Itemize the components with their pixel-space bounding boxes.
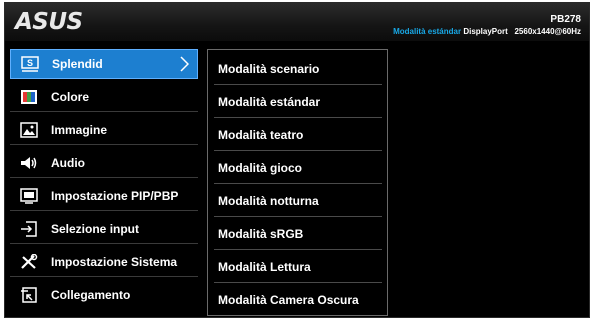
speaker-icon (20, 154, 38, 172)
menu-item-label: Selezione input (51, 221, 140, 236)
color-icon (20, 88, 38, 106)
svg-text:S: S (27, 58, 33, 68)
menu-item-label: Splendid (52, 57, 103, 71)
osd-header: ASUS PB278 Modalità estándar DisplayPort… (5, 3, 589, 41)
submenu-item-standard[interactable]: Modalità estándar (214, 86, 382, 118)
menu-item-splendid[interactable]: S Splendid (10, 49, 198, 79)
menu-item-label: Immagine (51, 122, 108, 137)
status-line: Modalità estándar DisplayPort 2560x1440@… (393, 27, 581, 36)
splendid-submenu: Modalità scenario Modalità estándar Moda… (207, 49, 388, 316)
submenu-item-gioco[interactable]: Modalità gioco (214, 152, 382, 184)
submenu-item-camera-oscura[interactable]: Modalità Camera Oscura (214, 284, 382, 316)
submenu-item-teatro[interactable]: Modalità teatro (214, 119, 382, 151)
pip-icon (20, 187, 38, 205)
main-menu: S Splendid Colore Immagine Audio Imposta… (10, 49, 198, 313)
menu-item-collegamento[interactable]: Collegamento (10, 280, 198, 310)
submenu-item-notturna[interactable]: Modalità notturna (214, 185, 382, 217)
splendid-icon: S (21, 55, 39, 73)
menu-item-label: Collegamento (51, 288, 131, 302)
submenu-item-srgb[interactable]: Modalità sRGB (214, 218, 382, 250)
resolution: 2560x1440@60Hz (514, 27, 581, 36)
menu-item-selezione-input[interactable]: Selezione input (10, 214, 198, 244)
chevron-right-icon (179, 56, 190, 75)
menu-item-label: Colore (51, 89, 90, 104)
image-icon (20, 121, 38, 139)
menu-item-immagine[interactable]: Immagine (10, 115, 198, 145)
submenu-item-lettura[interactable]: Modalità Lettura (214, 251, 382, 283)
menu-item-label: Audio (51, 155, 85, 170)
menu-item-audio[interactable]: Audio (10, 148, 198, 178)
menu-item-impostazione-sistema[interactable]: Impostazione Sistema (10, 247, 198, 277)
shortcut-icon (20, 286, 38, 304)
asus-logo: ASUS (15, 9, 83, 35)
menu-item-colore[interactable]: Colore (10, 82, 198, 112)
current-mode: Modalità estándar (393, 27, 462, 36)
menu-item-pip-pbp[interactable]: Impostazione PIP/PBP (10, 181, 198, 211)
model-name: PB278 (550, 14, 581, 25)
input-select-icon (20, 220, 38, 238)
menu-item-label: Impostazione PIP/PBP (51, 188, 179, 203)
submenu-item-scenario[interactable]: Modalità scenario (214, 53, 382, 85)
menu-item-label: Impostazione Sistema (51, 254, 178, 269)
system-settings-icon (20, 253, 38, 271)
input-source: DisplayPort (463, 27, 508, 36)
